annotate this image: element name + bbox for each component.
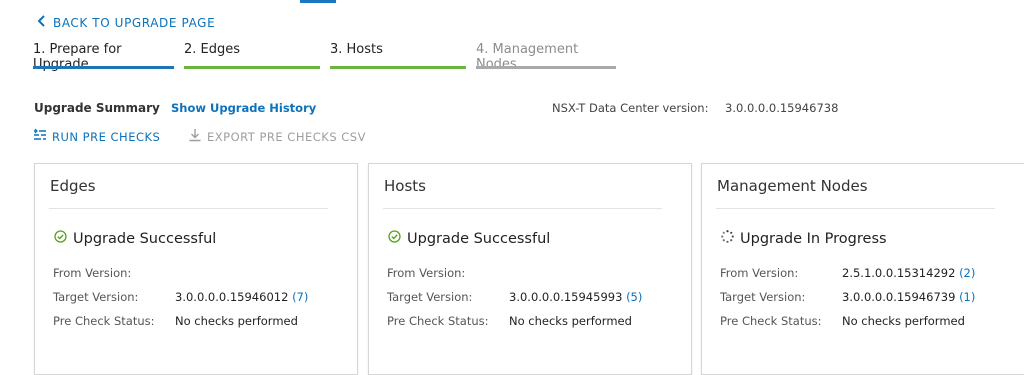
target-count-link[interactable]: (5) <box>626 290 642 304</box>
run-pre-checks-label: RUN PRE CHECKS <box>52 129 161 144</box>
upgrade-status: Upgrade Successful <box>388 230 550 247</box>
target-version-value: 3.0.0.0.0.15946012 (7) <box>175 290 309 304</box>
from-version-label: From Version: <box>720 266 799 280</box>
target-version-label: Target Version: <box>720 290 806 304</box>
target-version-label: Target Version: <box>53 290 139 304</box>
management-nodes-card: Management Nodes Upgrade In Progress Fro… <box>701 163 1024 375</box>
run-checks-icon <box>33 128 47 145</box>
upgrade-status: Upgrade In Progress <box>721 230 887 247</box>
target-version-value: 3.0.0.0.0.15946739 (1) <box>842 290 976 304</box>
step-bar <box>476 66 616 69</box>
edges-card: Edges Upgrade Successful From Version: T… <box>34 163 358 375</box>
version-label: NSX-T Data Center version: <box>552 101 709 115</box>
step-bar <box>330 66 466 69</box>
from-version-label: From Version: <box>387 266 466 280</box>
status-text: Upgrade Successful <box>73 230 217 247</box>
check-circle-icon <box>54 230 67 247</box>
step-bar <box>33 66 174 69</box>
top-accent-bar <box>300 0 336 3</box>
card-title: Management Nodes <box>717 177 868 195</box>
upgrade-steps: 1. Prepare for Upgrade 2. Edges 3. Hosts… <box>33 42 626 72</box>
step-hosts[interactable]: 3. Hosts <box>330 42 466 69</box>
target-version-value: 3.0.0.0.0.15945993 (5) <box>509 290 643 304</box>
card-divider <box>383 208 662 209</box>
step-prepare[interactable]: 1. Prepare for Upgrade <box>33 42 174 72</box>
upgrade-status: Upgrade Successful <box>54 230 216 247</box>
target-count-link[interactable]: (7) <box>292 290 308 304</box>
card-title: Edges <box>50 177 96 195</box>
card-title: Hosts <box>384 177 426 195</box>
step-label: 2. Edges <box>184 42 241 57</box>
from-count-link[interactable]: (2) <box>959 266 975 280</box>
pre-check-status-label: Pre Check Status: <box>387 314 489 328</box>
export-pre-checks-button[interactable]: EXPORT PRE CHECKS CSV <box>188 128 366 145</box>
download-icon <box>188 128 202 145</box>
card-divider <box>49 208 328 209</box>
step-management-nodes[interactable]: 4. Management Nodes <box>476 42 616 72</box>
status-text: Upgrade In Progress <box>740 230 887 247</box>
card-divider <box>716 208 995 209</box>
from-version-label: From Version: <box>53 266 132 280</box>
spinner-icon <box>721 230 734 247</box>
run-pre-checks-button[interactable]: RUN PRE CHECKS <box>33 128 160 145</box>
status-text: Upgrade Successful <box>407 230 551 247</box>
pre-check-status-value: No checks performed <box>842 314 965 328</box>
upgrade-summary-title: Upgrade Summary <box>34 101 160 115</box>
export-pre-checks-label: EXPORT PRE CHECKS CSV <box>207 129 366 144</box>
pre-check-status-label: Pre Check Status: <box>720 314 822 328</box>
hosts-card: Hosts Upgrade Successful From Version: T… <box>368 163 692 375</box>
back-to-upgrade-link[interactable]: BACK TO UPGRADE PAGE <box>37 15 215 30</box>
from-version-value: 2.5.1.0.0.15314292 (2) <box>842 266 976 280</box>
check-circle-icon <box>388 230 401 247</box>
chevron-left-icon <box>37 15 47 30</box>
target-version-label: Target Version: <box>387 290 473 304</box>
pre-check-status-value: No checks performed <box>509 314 632 328</box>
back-link-label: BACK TO UPGRADE PAGE <box>53 15 216 30</box>
pre-check-status-label: Pre Check Status: <box>53 314 155 328</box>
show-upgrade-history-link[interactable]: Show Upgrade History <box>171 101 316 115</box>
version-value: 3.0.0.0.0.15946738 <box>725 101 839 115</box>
pre-check-status-value: No checks performed <box>175 314 298 328</box>
target-count-link[interactable]: (1) <box>959 290 975 304</box>
step-bar <box>184 66 320 69</box>
step-edges[interactable]: 2. Edges <box>184 42 320 69</box>
step-label: 3. Hosts <box>330 42 383 57</box>
